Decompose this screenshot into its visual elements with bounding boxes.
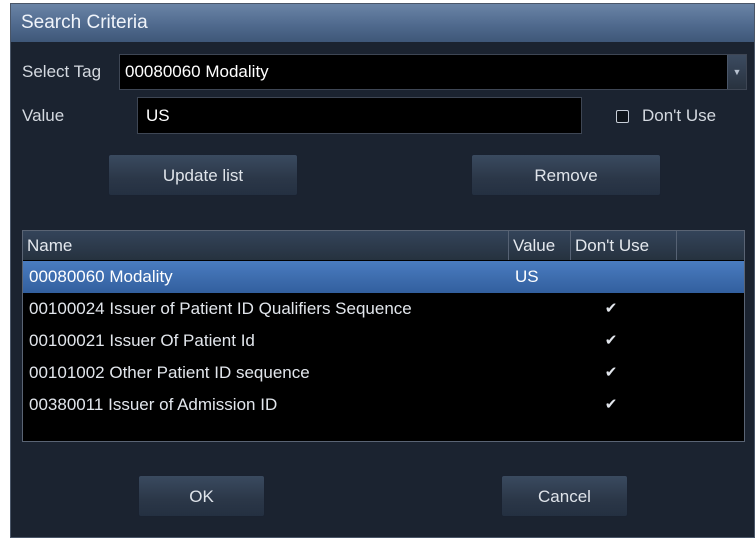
table-body: 00080060 Modality US 00100024 Issuer of … xyxy=(23,261,744,421)
checkmark-icon: ✔ xyxy=(604,364,618,381)
table-row[interactable]: 00101002 Other Patient ID sequence ✔ xyxy=(23,357,744,389)
row-name: 00100024 Issuer of Patient ID Qualifiers… xyxy=(29,299,412,318)
value-label: Value xyxy=(22,106,65,125)
row-name: 00380011 Issuer of Admission ID xyxy=(29,395,278,414)
dont-use-label: Don't Use xyxy=(642,106,717,125)
column-header-value[interactable]: Value xyxy=(509,231,571,260)
row-value: US xyxy=(515,267,539,286)
table-row[interactable]: 00080060 Modality US xyxy=(23,261,744,293)
table-row[interactable]: 00100021 Issuer Of Patient Id ✔ xyxy=(23,325,744,357)
criteria-table: Name Value Don't Use 00080060 Modality U… xyxy=(22,230,745,442)
search-criteria-dialog: Search Criteria Select Tag 00080060 Moda… xyxy=(10,3,755,538)
checkmark-icon: ✔ xyxy=(604,396,618,413)
remove-button[interactable]: Remove xyxy=(471,154,661,196)
select-tag-label: Select Tag xyxy=(22,62,102,81)
row-name: 00080060 Modality xyxy=(29,267,173,286)
update-list-button[interactable]: Update list xyxy=(108,154,298,196)
row-name: 00101002 Other Patient ID sequence xyxy=(29,363,310,382)
table-row[interactable]: 00380011 Issuer of Admission ID ✔ xyxy=(23,389,744,421)
dialog-title: Search Criteria xyxy=(11,4,754,42)
checkmark-icon: ✔ xyxy=(604,300,618,317)
row-name: 00100021 Issuer Of Patient Id xyxy=(29,331,255,350)
cancel-button[interactable]: Cancel xyxy=(501,475,628,517)
column-header-name[interactable]: Name xyxy=(23,231,509,260)
checkmark-icon: ✔ xyxy=(604,332,618,349)
table-header: Name Value Don't Use xyxy=(23,231,744,260)
chevron-down-icon[interactable]: ▼ xyxy=(727,55,746,89)
select-tag-dropdown[interactable]: 00080060 Modality ▼ xyxy=(119,54,747,90)
column-header-dont-use[interactable]: Don't Use xyxy=(571,231,677,260)
value-input[interactable] xyxy=(138,98,581,133)
table-row[interactable]: 00100024 Issuer of Patient ID Qualifiers… xyxy=(23,293,744,325)
ok-button[interactable]: OK xyxy=(138,475,265,517)
select-tag-value: 00080060 Modality xyxy=(125,62,269,81)
dont-use-checkbox[interactable] xyxy=(616,110,629,123)
value-field[interactable] xyxy=(137,97,582,134)
